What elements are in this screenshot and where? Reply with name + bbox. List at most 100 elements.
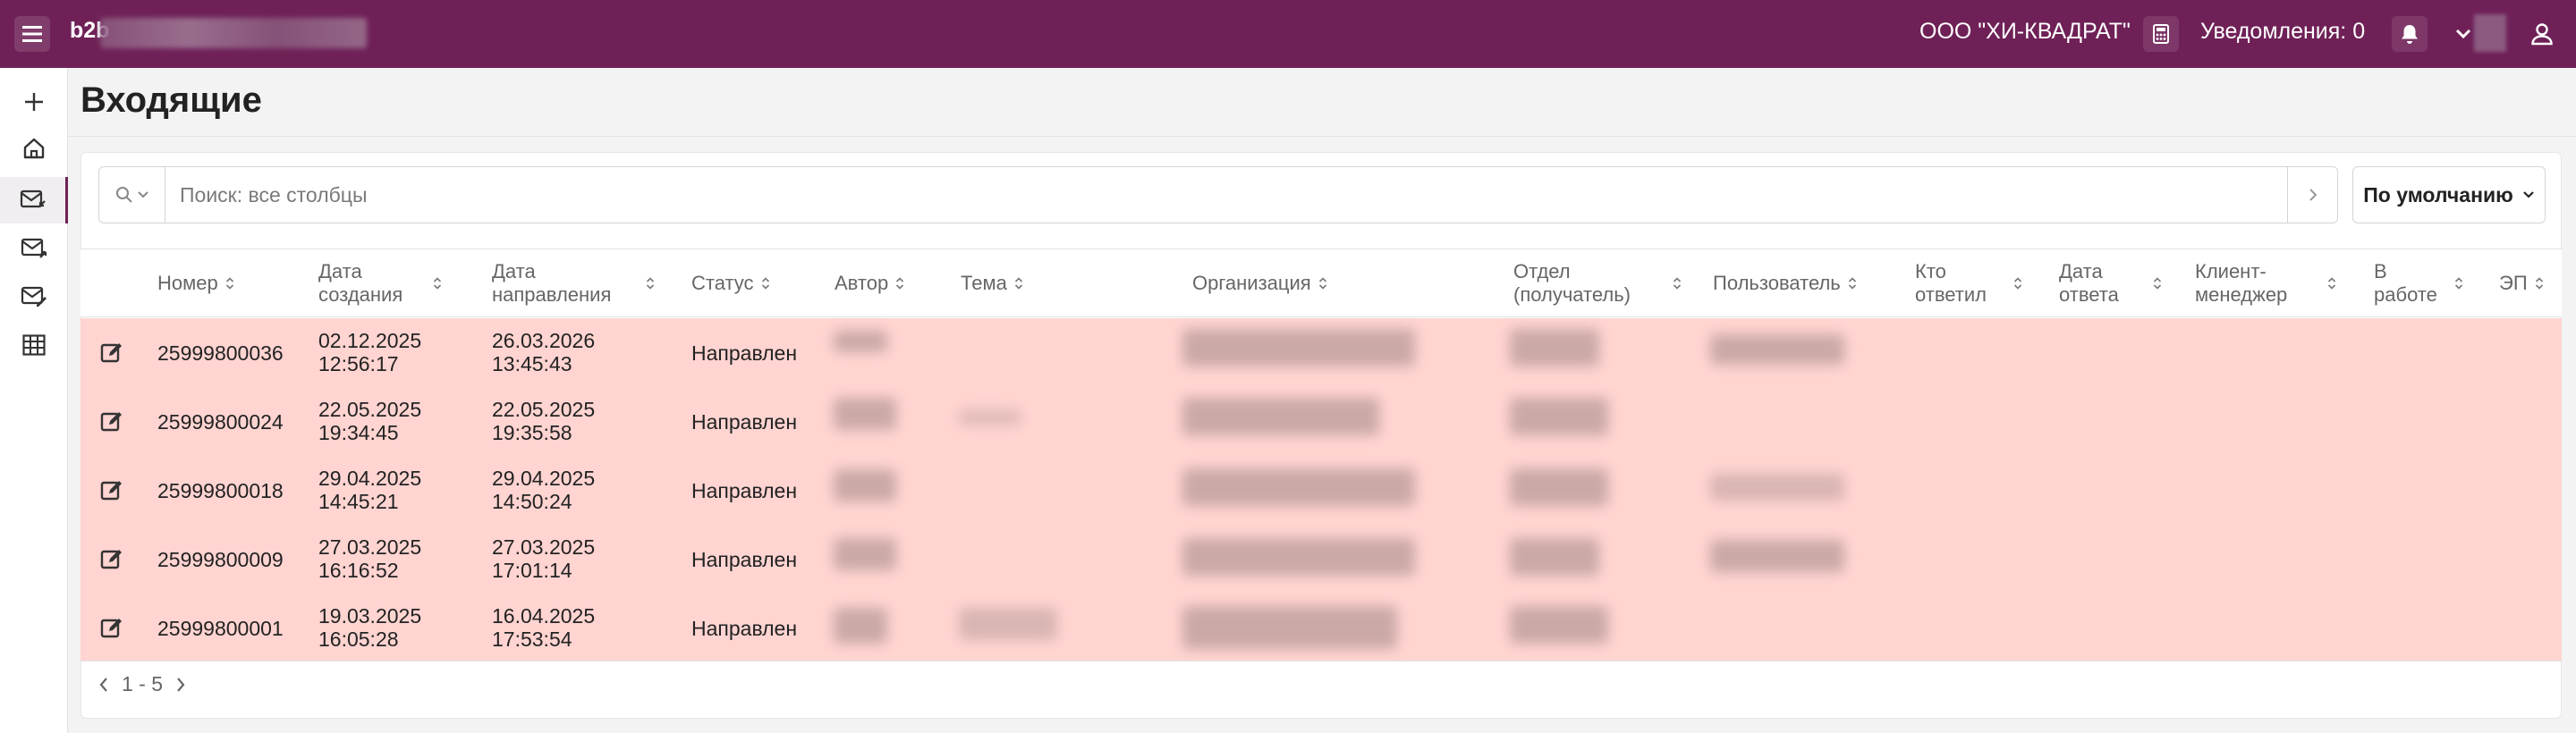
search-submit-button[interactable] <box>2287 167 2337 223</box>
sort-icon <box>2327 276 2336 291</box>
sidebar-item-drafts[interactable] <box>0 274 68 320</box>
chevron-right-icon <box>2309 189 2317 201</box>
column-header-department[interactable]: Отдел (получатель) <box>1513 249 1683 317</box>
cell-sent: 26.03.2026 13:45:43 <box>492 329 596 375</box>
sidebar-item-home[interactable] <box>0 125 68 172</box>
table-row[interactable]: 25999800018 29.04.2025 14:45:21 29.04.202… <box>80 456 2562 525</box>
home-icon <box>23 138 45 159</box>
chevron-down-icon <box>2455 29 2471 39</box>
column-header-user[interactable]: Пользователь <box>1713 249 1857 317</box>
notifications-label[interactable]: Уведомления: 0 <box>2200 19 2365 45</box>
sort-icon <box>2454 276 2463 291</box>
column-header-number[interactable]: Номер <box>157 249 234 317</box>
sort-icon <box>1318 276 1327 291</box>
page-title: Входящие <box>80 80 262 120</box>
cell-sent: 22.05.2025 19:35:58 <box>492 398 596 444</box>
column-header-author[interactable]: Автор <box>835 249 904 317</box>
cell-number: 25999800036 <box>157 341 284 365</box>
sort-icon <box>2013 276 2022 291</box>
sort-icon <box>895 276 904 291</box>
sort-icon <box>1673 276 1682 291</box>
brand-redacted <box>100 18 367 48</box>
menu-button[interactable] <box>14 16 50 52</box>
column-header-response-date[interactable]: Дата ответа <box>2059 249 2171 317</box>
edit-icon[interactable] <box>100 410 123 434</box>
sidebar-item-inbox[interactable] <box>0 177 68 223</box>
sort-icon <box>433 276 442 291</box>
plus-icon <box>25 93 43 111</box>
column-header-subject[interactable]: Тема <box>961 249 1023 317</box>
mail-edit-icon <box>21 286 47 307</box>
cell-sent: 29.04.2025 14:50:24 <box>492 467 596 513</box>
search-icon <box>115 187 132 203</box>
cell-created: 27.03.2025 16:16:52 <box>318 535 422 582</box>
notifications-button[interactable] <box>2392 16 2428 52</box>
cell-created: 29.04.2025 14:45:21 <box>318 467 422 513</box>
mail-send-icon <box>21 238 47 258</box>
table-body: 25999800036 02.12.2025 12:56:17 26.03.202… <box>80 318 2562 661</box>
cell-number: 25999800018 <box>157 479 284 502</box>
sort-icon <box>225 276 234 291</box>
table-row[interactable]: 25999800009 27.03.2025 16:16:52 27.03.202… <box>80 525 2562 594</box>
calculator-icon <box>2153 24 2169 44</box>
calculator-button[interactable] <box>2143 16 2179 52</box>
search-scope-dropdown[interactable] <box>99 167 165 223</box>
pagination: 1 - 5 <box>98 672 186 696</box>
column-header-in-progress[interactable]: В работе <box>2374 249 2472 317</box>
column-header-organization[interactable]: Организация <box>1192 249 1327 317</box>
user-icon <box>2531 23 2553 46</box>
cell-status: Направлен <box>691 617 798 640</box>
sort-icon <box>2153 276 2162 291</box>
cell-number: 25999800024 <box>157 410 284 434</box>
table-row[interactable]: 25999800001 19.03.2025 16:05:28 16.04.202… <box>80 594 2562 662</box>
sort-icon <box>1014 276 1023 291</box>
chevron-left-icon[interactable] <box>98 677 109 693</box>
sort-icon <box>2535 276 2544 291</box>
cell-status: Направлен <box>691 548 798 571</box>
organization-name[interactable]: ООО "ХИ-КВАДРАТ" <box>1919 19 2131 45</box>
table-row[interactable]: 25999800036 02.12.2025 12:56:17 26.03.202… <box>80 318 2562 387</box>
column-header-responder[interactable]: Кто ответил <box>1915 249 2031 317</box>
edit-icon[interactable] <box>100 479 123 502</box>
column-header-signature[interactable]: ЭП <box>2499 249 2544 317</box>
column-header-status[interactable]: Статус <box>691 249 770 317</box>
cell-status: Направлен <box>691 410 798 434</box>
table-header: Номер Дата создания Дата направления Ста… <box>80 249 2562 317</box>
sidebar-item-create[interactable] <box>0 79 68 125</box>
search-input[interactable] <box>180 180 2237 210</box>
chevron-right-icon[interactable] <box>175 677 186 693</box>
table-icon <box>22 334 46 356</box>
sort-icon <box>1848 276 1857 291</box>
sidebar-item-outbox[interactable] <box>0 225 68 272</box>
cell-sent: 27.03.2025 17:01:14 <box>492 535 596 582</box>
edit-icon[interactable] <box>100 341 123 365</box>
sort-icon <box>761 276 770 291</box>
edit-icon[interactable] <box>100 617 123 640</box>
mail-inbox-icon <box>20 190 46 208</box>
top-bar: b2b ООО "ХИ-КВАДРАТ" Уведомления: 0 <box>0 0 2576 68</box>
pagination-range: 1 - 5 <box>122 672 164 695</box>
sort-icon <box>646 276 655 291</box>
sidebar-item-table[interactable] <box>0 322 68 368</box>
chevron-down-icon <box>137 191 148 198</box>
column-header-created-date[interactable]: Дата создания <box>318 249 453 317</box>
edit-icon[interactable] <box>100 548 123 571</box>
table-row[interactable]: 25999800024 22.05.2025 19:34:45 22.05.202… <box>80 387 2562 456</box>
sort-order-label: По умолчанию <box>2363 182 2513 206</box>
cell-number: 25999800001 <box>157 617 284 640</box>
hamburger-icon <box>22 26 42 42</box>
cell-created: 02.12.2025 12:56:17 <box>318 329 422 375</box>
sidebar <box>0 68 68 733</box>
user-profile-button[interactable] <box>2522 16 2562 52</box>
sort-order-dropdown[interactable]: По умолчанию <box>2352 166 2546 223</box>
column-header-client-manager[interactable]: Клиент-менеджер <box>2195 249 2338 317</box>
cell-number: 25999800009 <box>157 548 284 571</box>
cell-created: 22.05.2025 19:34:45 <box>318 398 422 444</box>
chevron-down-icon <box>2522 191 2534 198</box>
cell-created: 19.03.2025 16:05:28 <box>318 604 422 651</box>
user-name-redacted <box>2474 14 2506 52</box>
cell-status: Направлен <box>691 479 798 502</box>
title-divider <box>68 136 2576 137</box>
search-bar <box>98 166 2338 223</box>
column-header-sent-date[interactable]: Дата направления <box>492 249 662 317</box>
